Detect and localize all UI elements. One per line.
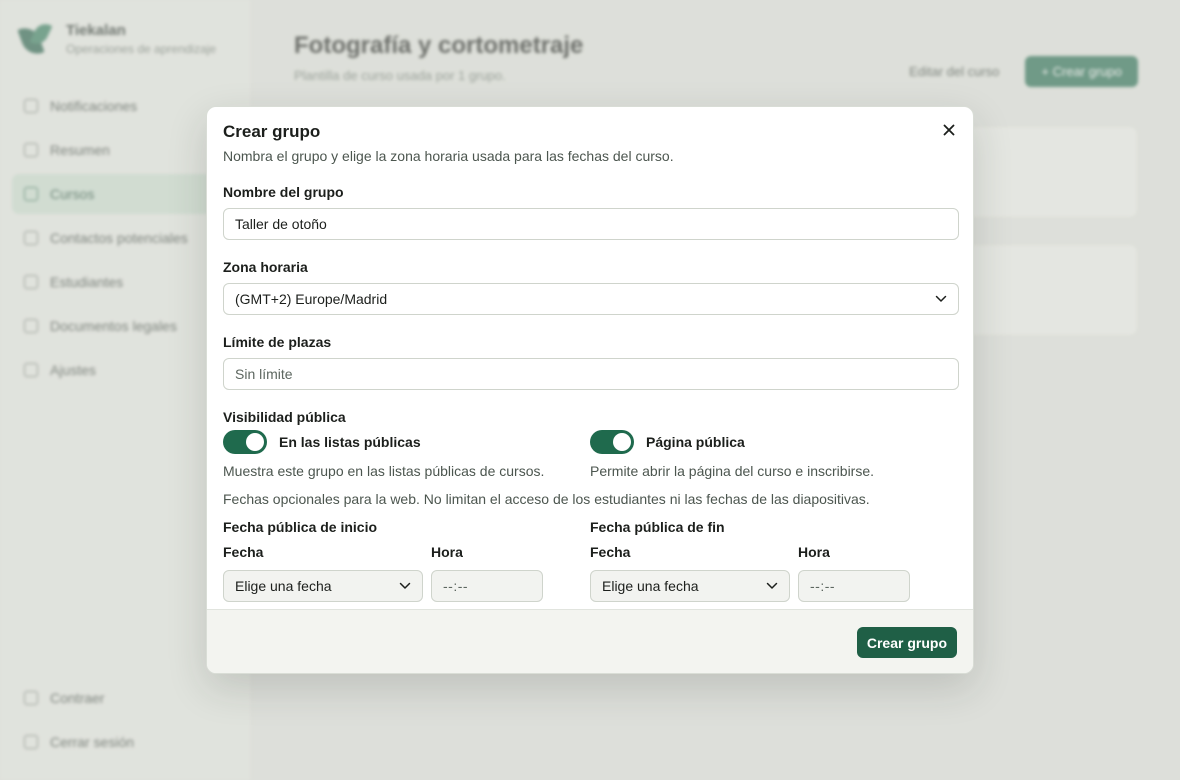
end-time-label: Hora xyxy=(798,544,830,560)
visibility-label: Visibilidad pública xyxy=(223,409,346,425)
public-listing-toggle[interactable] xyxy=(223,430,267,454)
end-date-group: Fecha pública de fin Fecha Elige una fec… xyxy=(590,519,957,602)
dialog-body: Crear grupo Nombra el grupo y elige la z… xyxy=(207,107,973,611)
public-page-toggle[interactable] xyxy=(590,430,634,454)
listing-toggle-group: En las listas públicas Muestra este grup… xyxy=(223,430,590,480)
end-date-placeholder: Elige una fecha xyxy=(602,578,699,594)
start-time-placeholder: --:-- xyxy=(443,578,469,594)
chevron-down-icon xyxy=(935,295,947,302)
create-group-dialog: Crear grupo Nombra el grupo y elige la z… xyxy=(206,106,974,674)
public-dates: Fecha pública de inicio Fecha Elige una … xyxy=(223,519,957,602)
chevron-down-icon xyxy=(766,582,778,589)
start-date-placeholder: Elige una fecha xyxy=(235,578,332,594)
start-date-picker[interactable]: Elige una fecha xyxy=(223,570,423,602)
timezone-value: (GMT+2) Europe/Madrid xyxy=(235,291,388,307)
toggle-knob xyxy=(613,433,631,451)
group-name-input[interactable] xyxy=(223,208,959,240)
end-time-input[interactable]: --:-- xyxy=(798,570,910,602)
visibility-toggles: En las listas públicas Muestra este grup… xyxy=(223,430,957,480)
page-toggle-group: Página pública Permite abrir la página d… xyxy=(590,430,957,480)
start-date-title: Fecha pública de inicio xyxy=(223,519,378,535)
public-page-help: Permite abrir la página del curso e insc… xyxy=(590,463,875,479)
dialog-title: Crear grupo xyxy=(223,122,321,141)
toggle-knob xyxy=(246,433,264,451)
start-time-label: Hora xyxy=(431,544,463,560)
public-dates-note: Fechas opcionales para la web. No limita… xyxy=(223,491,870,507)
end-date-title: Fecha pública de fin xyxy=(590,519,725,535)
dialog-footer: Crear grupo xyxy=(207,609,973,673)
close-icon xyxy=(943,124,955,136)
start-date-label: Fecha xyxy=(223,544,264,560)
start-date-group: Fecha pública de inicio Fecha Elige una … xyxy=(223,519,590,602)
dialog-description: Nombra el grupo y elige la zona horaria … xyxy=(223,148,674,164)
create-group-submit-button[interactable]: Crear grupo xyxy=(856,627,957,658)
public-listing-label: En las listas públicas xyxy=(279,434,421,450)
timezone-select[interactable]: (GMT+2) Europe/Madrid xyxy=(223,283,959,315)
chevron-down-icon xyxy=(399,582,411,589)
timezone-label: Zona horaria xyxy=(223,259,308,275)
public-page-label: Página pública xyxy=(646,434,745,450)
end-date-picker[interactable]: Elige una fecha xyxy=(590,570,790,602)
group-name-label: Nombre del grupo xyxy=(223,184,344,200)
start-time-input[interactable]: --:-- xyxy=(431,570,543,602)
end-time-placeholder: --:-- xyxy=(810,578,836,594)
public-listing-help: Muestra este grupo en las listas pública… xyxy=(223,463,545,479)
close-button[interactable] xyxy=(939,120,959,140)
seat-limit-label: Límite de plazas xyxy=(223,334,332,350)
end-date-label: Fecha xyxy=(590,544,631,560)
seat-limit-input[interactable] xyxy=(223,358,959,390)
